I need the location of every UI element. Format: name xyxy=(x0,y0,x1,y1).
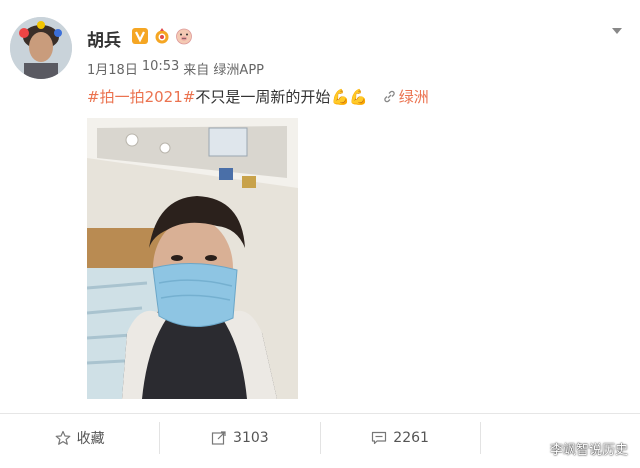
post-content: #拍一拍2021# 不只是一周新的开始 💪💪 绿洲 xyxy=(87,86,429,107)
ring-badge-icon[interactable] xyxy=(153,27,171,45)
verified-v-icon[interactable] xyxy=(131,27,149,45)
post-photo[interactable] xyxy=(87,118,298,399)
chevron-down-icon[interactable] xyxy=(612,28,622,34)
post-date[interactable]: 1月18日 xyxy=(87,59,138,78)
weibo-post: 胡兵 1月18日 10:53 来自 绿洲APP #拍一拍2021# 不只是一周新… xyxy=(0,0,640,468)
post-time[interactable]: 10:53 xyxy=(142,59,179,78)
link-icon xyxy=(383,90,395,103)
favorite-label: 收藏 xyxy=(76,430,105,447)
favorite-button[interactable]: 收藏 xyxy=(0,422,159,454)
avatar[interactable] xyxy=(10,17,72,79)
location-link[interactable]: 绿洲 xyxy=(383,86,429,107)
post-text: 不只是一周新的开始 xyxy=(195,88,331,106)
repost-count: 3103 xyxy=(233,429,269,446)
watermark: 李飒智说历史 xyxy=(549,443,628,458)
comment-count: 2261 xyxy=(393,429,429,446)
strong-arm-emoji: 💪💪 xyxy=(331,87,367,106)
post-meta: 1月18日 10:53 来自 绿洲APP xyxy=(87,59,264,78)
repost-button[interactable]: 3103 xyxy=(159,421,319,454)
repost-icon xyxy=(211,430,226,445)
comment-icon xyxy=(372,431,387,444)
pig-emoji-icon xyxy=(175,27,193,45)
user-badges xyxy=(131,27,193,45)
star-icon xyxy=(55,430,71,445)
action-bar: 收藏 3103 2261 xyxy=(0,413,640,461)
comment-button[interactable]: 2261 xyxy=(319,421,480,454)
hashtag-link[interactable]: #拍一拍2021# xyxy=(87,86,195,107)
location-label: 绿洲 xyxy=(398,88,429,106)
post-source: 来自 绿洲APP xyxy=(183,63,265,78)
username[interactable]: 胡兵 xyxy=(87,26,121,51)
